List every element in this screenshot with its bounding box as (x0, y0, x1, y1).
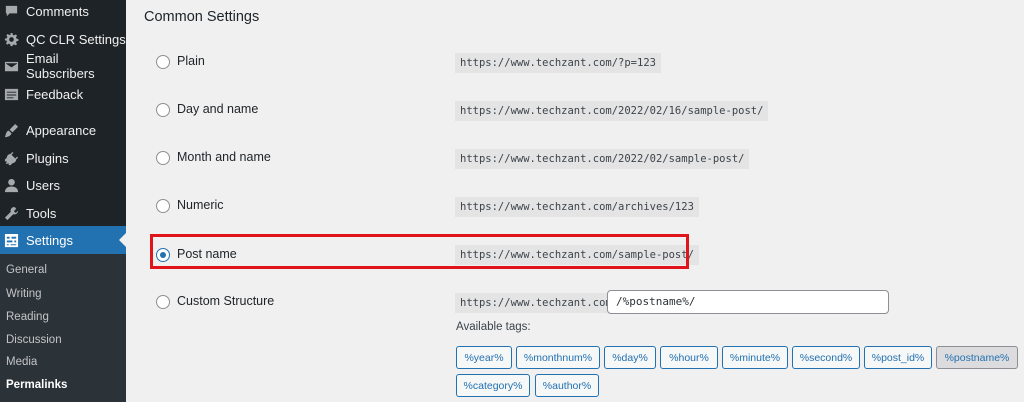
submenu-item-media[interactable]: Media (6, 356, 37, 368)
sidebar-item-label: Comments (26, 3, 89, 19)
active-menu-arrow (119, 233, 126, 247)
sidebar-item-label: Feedback (26, 86, 84, 102)
available-tags-label: Available tags: (456, 321, 531, 333)
tools-icon (4, 206, 19, 221)
tag-button-postname[interactable]: %postname% (936, 346, 1018, 369)
sidebar-item-tools[interactable]: Tools (0, 199, 126, 227)
feedback-icon (4, 87, 19, 102)
example-url-day-and-name: https://www.techzant.com/2022/02/16/samp… (455, 101, 769, 121)
radio-month-and-name[interactable] (156, 151, 170, 165)
gear-icon (4, 32, 19, 47)
sidebar-item-email-subscribers[interactable]: Email Subscribers (0, 51, 126, 81)
comments-icon (4, 4, 19, 19)
sidebar-item-users[interactable]: Users (0, 171, 126, 199)
submenu-item-discussion[interactable]: Discussion (6, 334, 62, 346)
settings-icon (4, 233, 19, 248)
tag-button-day[interactable]: %day% (604, 346, 656, 369)
sidebar-item-label: Plugins (26, 150, 69, 166)
custom-structure-input[interactable]: /%postname%/ (607, 290, 889, 314)
custom-structure-base-url: https://www.techzant.com (455, 293, 617, 313)
sidebar-item-label: Users (26, 177, 60, 193)
admin-sidebar: Comments QC CLR Settings Email Subscribe… (0, 0, 126, 402)
option-label: Numeric (177, 198, 224, 212)
radio-plain[interactable] (156, 55, 170, 69)
email-icon (4, 59, 19, 74)
option-label: Plain (177, 54, 205, 68)
radio-custom-structure[interactable] (156, 295, 170, 309)
sidebar-item-feedback[interactable]: Feedback (0, 80, 126, 108)
sidebar-item-label: Appearance (26, 122, 97, 138)
sidebar-item-comments[interactable]: Comments (0, 0, 126, 25)
sidebar-item-qc-clr-settings[interactable]: QC CLR Settings (0, 25, 126, 53)
appearance-icon (4, 123, 19, 138)
tag-button-hour[interactable]: %hour% (660, 346, 718, 369)
submenu-item-general[interactable]: General (6, 264, 47, 276)
tag-button-second[interactable]: %second% (792, 346, 860, 369)
tag-button-author[interactable]: %author% (535, 374, 599, 397)
example-url-month-and-name: https://www.techzant.com/2022/02/sample-… (455, 149, 750, 169)
tag-button-post-id[interactable]: %post_id% (864, 346, 932, 369)
users-icon (4, 178, 19, 193)
tag-button-monthnum[interactable]: %monthnum% (516, 346, 600, 369)
sidebar-item-label: QC CLR Settings (26, 31, 126, 47)
example-url-numeric: https://www.techzant.com/archives/123 (455, 197, 699, 217)
radio-day-and-name[interactable] (156, 103, 170, 117)
option-label: Custom Structure (177, 294, 275, 308)
sidebar-item-plugins[interactable]: Plugins (0, 144, 126, 172)
sidebar-item-appearance[interactable]: Appearance (0, 116, 126, 144)
highlight-annotation-box (150, 234, 689, 269)
tag-button-category[interactable]: %category% (456, 374, 530, 397)
submenu-item-permalinks[interactable]: Permalinks (6, 379, 67, 391)
example-url-plain: https://www.techzant.com/?p=123 (455, 53, 661, 73)
option-label: Day and name (177, 102, 259, 116)
settings-submenu: General Writing Reading Discussion Media… (0, 254, 126, 402)
option-label: Month and name (177, 150, 271, 164)
tag-button-minute[interactable]: %minute% (722, 346, 788, 369)
submenu-item-writing[interactable]: Writing (6, 288, 42, 300)
tag-button-year[interactable]: %year% (456, 346, 512, 369)
radio-numeric[interactable] (156, 199, 170, 213)
sidebar-item-label: Settings (26, 232, 73, 248)
section-title: Common Settings (144, 9, 260, 25)
sidebar-item-settings[interactable]: Settings (0, 226, 126, 254)
sidebar-item-label: Email Subscribers (26, 51, 95, 81)
plugins-icon (4, 151, 19, 166)
submenu-item-reading[interactable]: Reading (6, 311, 49, 323)
sidebar-item-label: Tools (26, 205, 57, 221)
